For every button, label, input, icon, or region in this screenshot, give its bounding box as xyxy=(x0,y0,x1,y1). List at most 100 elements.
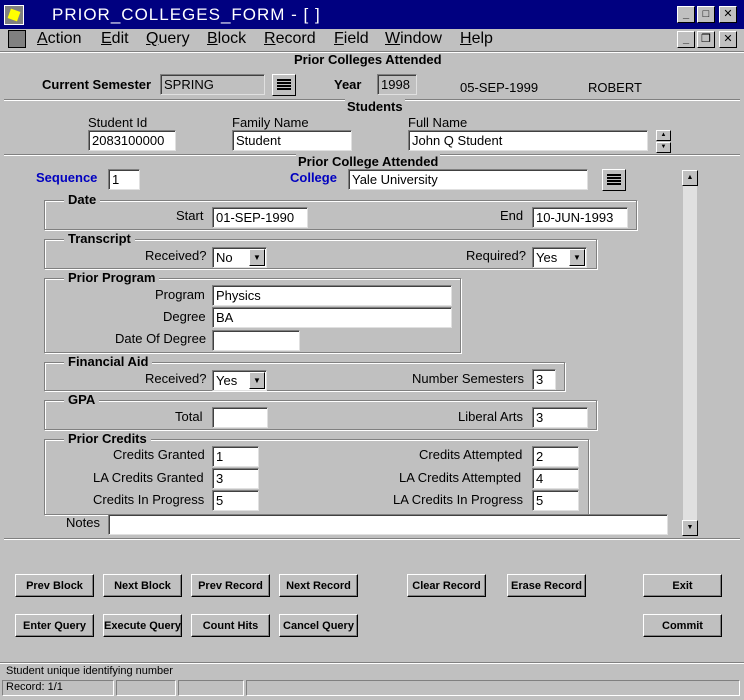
status-cell xyxy=(246,680,740,696)
prior-college-title: Prior College Attended xyxy=(296,154,441,169)
menu-edit[interactable]: Edit xyxy=(101,30,129,48)
chevron-down-icon[interactable]: ▼ xyxy=(249,249,265,266)
full-name-label: Full Name xyxy=(408,115,468,130)
execute-query-button[interactable]: Execute Query xyxy=(103,614,182,637)
la-credits-granted-field[interactable]: 3 xyxy=(212,468,259,489)
credits-granted-field[interactable]: 1 xyxy=(212,446,259,467)
student-id-field[interactable]: 2083100000 xyxy=(88,130,176,151)
date-group-title: Date xyxy=(64,192,101,207)
full-name-field[interactable]: John Q Student xyxy=(408,130,648,151)
current-date: 05-SEP-1999 xyxy=(460,80,539,95)
chevron-down-icon[interactable]: ▼ xyxy=(249,372,265,389)
close-icon[interactable]: ✕ xyxy=(719,6,737,23)
program-field[interactable]: Physics xyxy=(212,285,452,306)
child-restore-icon[interactable]: ❐ xyxy=(697,31,715,48)
start-date-field[interactable]: 01-SEP-1990 xyxy=(212,207,308,228)
clear-record-button[interactable]: Clear Record xyxy=(407,574,486,597)
status-message: Student unique identifying number xyxy=(6,665,173,677)
aid-received-select[interactable]: Yes ▼ xyxy=(212,370,267,391)
aid-received-label: Received? xyxy=(145,371,207,386)
transcript-required-select[interactable]: Yes ▼ xyxy=(532,247,587,268)
semester-list-icon[interactable] xyxy=(272,74,296,96)
family-name-field[interactable]: Student xyxy=(232,130,352,151)
app-icon[interactable] xyxy=(4,5,24,25)
date-of-degree-label: Date Of Degree xyxy=(115,331,207,346)
divider xyxy=(4,538,740,540)
current-user: ROBERT xyxy=(588,80,642,95)
la-credits-in-progress-label: LA Credits In Progress xyxy=(393,492,524,507)
prev-record-button[interactable]: Prev Record xyxy=(191,574,270,597)
credits-attempted-label: Credits Attempted xyxy=(419,447,523,462)
scroll-up-icon[interactable]: ▲ xyxy=(682,170,698,186)
menu-help[interactable]: Help xyxy=(460,30,493,48)
semester-field[interactable]: SPRING xyxy=(160,74,265,95)
scroll-down-icon[interactable]: ▼ xyxy=(682,520,698,536)
gpa-liberal-arts-field[interactable]: 3 xyxy=(532,407,588,428)
college-label: College xyxy=(290,170,337,185)
sequence-field[interactable]: 1 xyxy=(108,169,140,190)
prev-block-button[interactable]: Prev Block xyxy=(15,574,94,597)
title-bar: PRIOR_COLLEGES_FORM - [ ] _ □ ✕ xyxy=(0,0,744,29)
financial-aid-group-title: Financial Aid xyxy=(64,354,153,369)
credits-in-progress-field[interactable]: 5 xyxy=(212,490,259,511)
end-date-field[interactable]: 10-JUN-1993 xyxy=(532,207,628,228)
program-label: Program xyxy=(155,287,205,302)
student-id-label: Student Id xyxy=(88,115,148,130)
credits-attempted-field[interactable]: 2 xyxy=(532,446,579,467)
semester-label: Current Semester xyxy=(42,77,152,92)
menu-field[interactable]: Field xyxy=(334,30,369,48)
exit-button[interactable]: Exit xyxy=(643,574,722,597)
notes-field[interactable] xyxy=(108,514,668,535)
cancel-query-button[interactable]: Cancel Query xyxy=(279,614,358,637)
child-close-icon[interactable]: ✕ xyxy=(719,31,737,48)
menu-block[interactable]: Block xyxy=(207,30,246,48)
minimize-icon[interactable]: _ xyxy=(677,6,695,23)
menu-action[interactable]: Action xyxy=(37,30,81,48)
college-list-icon[interactable] xyxy=(602,169,626,191)
commit-button[interactable]: Commit xyxy=(643,614,722,637)
scroll-down-icon[interactable]: ▼ xyxy=(656,142,671,153)
transcript-received-label: Received? xyxy=(145,248,207,263)
date-of-degree-field[interactable] xyxy=(212,330,300,351)
notes-label: Notes xyxy=(66,515,100,530)
transcript-required-label: Required? xyxy=(466,248,526,263)
status-cell xyxy=(116,680,176,696)
la-credits-attempted-label: LA Credits Attempted xyxy=(399,470,522,485)
credits-in-progress-label: Credits In Progress xyxy=(93,492,205,507)
degree-field[interactable]: BA xyxy=(212,307,452,328)
next-block-button[interactable]: Next Block xyxy=(103,574,182,597)
record-indicator: Record: 1/1 xyxy=(6,681,63,693)
child-minimize-icon[interactable]: _ xyxy=(677,31,695,48)
gpa-liberal-arts-label: Liberal Arts xyxy=(458,409,524,424)
gpa-group-title: GPA xyxy=(64,392,100,407)
students-title: Students xyxy=(345,99,405,114)
count-hits-button[interactable]: Count Hits xyxy=(191,614,270,637)
transcript-group-title: Transcript xyxy=(64,231,135,246)
maximize-icon[interactable]: □ xyxy=(697,6,715,23)
year-field[interactable]: 1998 xyxy=(377,74,417,95)
gpa-total-field[interactable] xyxy=(212,407,268,428)
menu-bar: Action Edit Query Block Record Field Win… xyxy=(0,28,744,50)
college-field[interactable]: Yale University xyxy=(348,169,588,190)
status-cell xyxy=(178,680,244,696)
transcript-received-select[interactable]: No ▼ xyxy=(212,247,267,268)
menu-query[interactable]: Query xyxy=(146,30,190,48)
document-icon[interactable] xyxy=(8,30,26,48)
record-scrollbar[interactable] xyxy=(682,170,698,536)
number-semesters-field[interactable]: 3 xyxy=(532,369,556,390)
la-credits-granted-label: LA Credits Granted xyxy=(93,470,204,485)
chevron-down-icon[interactable]: ▼ xyxy=(569,249,585,266)
la-credits-attempted-field[interactable]: 4 xyxy=(532,468,579,489)
enter-query-button[interactable]: Enter Query xyxy=(15,614,94,637)
menu-record[interactable]: Record xyxy=(264,30,316,48)
scroll-up-icon[interactable]: ▲ xyxy=(656,130,671,141)
form-title: Prior Colleges Attended xyxy=(294,52,442,67)
number-semesters-label: Number Semesters xyxy=(412,371,524,386)
la-credits-in-progress-field[interactable]: 5 xyxy=(532,490,579,511)
gpa-total-label: Total xyxy=(175,409,203,424)
next-record-button[interactable]: Next Record xyxy=(279,574,358,597)
erase-record-button[interactable]: Erase Record xyxy=(507,574,586,597)
menu-window[interactable]: Window xyxy=(385,30,442,48)
sequence-label: Sequence xyxy=(36,170,98,185)
degree-label: Degree xyxy=(163,309,206,324)
